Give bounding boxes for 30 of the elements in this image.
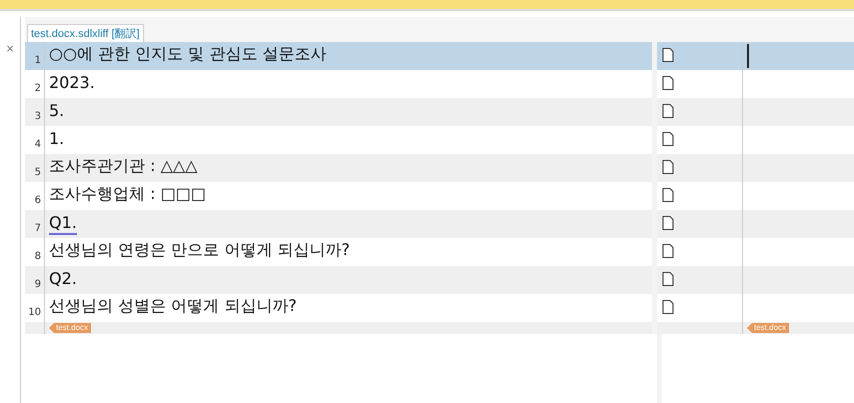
source-text: Q2.: [49, 269, 77, 290]
source-text: 1.: [49, 129, 64, 150]
document-icon: [662, 160, 674, 174]
close-button[interactable]: ×: [3, 42, 17, 56]
document-icon: [662, 76, 674, 90]
document-icon: [662, 132, 674, 146]
segment-row[interactable]: 1 ○○에 관한 인지도 및 관심도 설문조사: [25, 42, 854, 70]
source-text: ○○에 관한 인지도 및 관심도 설문조사: [49, 44, 326, 65]
start-tag: test.docx: [747, 323, 790, 333]
start-tag: test.docx: [49, 323, 92, 333]
document-icon: [662, 244, 674, 258]
text-cursor: [747, 44, 749, 68]
source-text: 선생님의 성별은 어떻게 되십니까?: [49, 296, 297, 317]
source-text: 조사수행업체 : □□□: [49, 184, 206, 205]
document-icon: [662, 300, 674, 314]
source-text: Q1.: [49, 213, 77, 235]
source-text: 조사주관기관 : △△△: [49, 156, 198, 177]
document-icon: [662, 48, 674, 62]
source-text: 선생님의 연령은 만으로 어떻게 되십니까?: [49, 240, 350, 261]
segment-row[interactable]: 7 Q1.: [25, 210, 854, 238]
document-icon: [662, 104, 674, 118]
segment-row[interactable]: 5 조사주관기관 : △△△: [25, 154, 854, 182]
segment-row[interactable]: 3 5.: [25, 98, 854, 126]
document-icon: [662, 216, 674, 230]
source-text: 2023.: [49, 73, 95, 94]
document-icon: [662, 272, 674, 286]
source-text: 5.: [49, 101, 64, 122]
segment-row[interactable]: 9 Q2.: [25, 266, 854, 294]
document-icon: [662, 188, 674, 202]
document-tab[interactable]: test.docx.sdlxliff [翻訳]: [27, 24, 144, 42]
